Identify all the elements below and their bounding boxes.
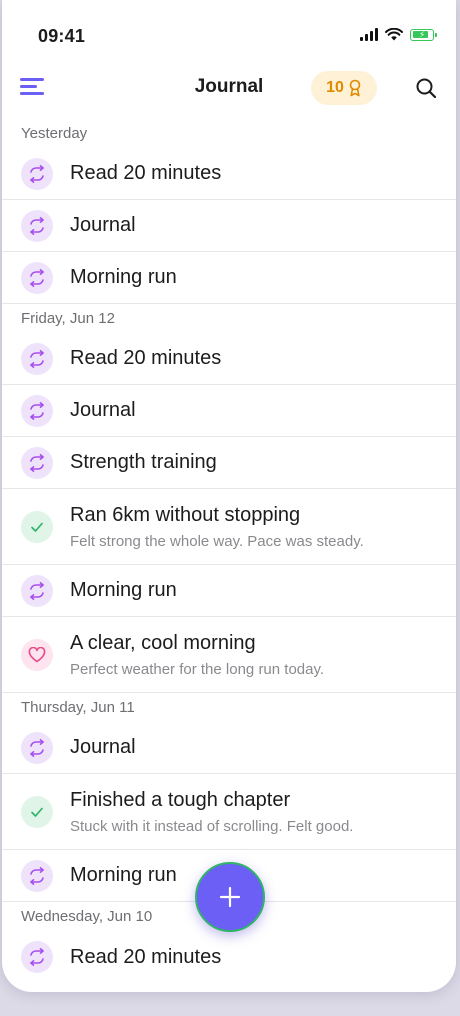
entry-note: Perfect weather for the long run today. <box>70 660 325 678</box>
entry-title: Morning run <box>70 864 177 886</box>
journal-entry-grateful[interactable]: A clear, cool morning Perfect weather for… <box>2 617 456 693</box>
entry-title: Morning run <box>70 266 177 288</box>
journal-entry-habit[interactable]: Journal <box>2 722 456 774</box>
entry-text: Read 20 minutes <box>70 162 221 185</box>
battery-icon: ⚡ <box>410 28 437 41</box>
status-bar: 09:41 ⚡ <box>2 0 456 60</box>
charging-bolt-icon: ⚡ <box>418 29 426 39</box>
entry-text: Morning run <box>70 864 177 887</box>
entry-title: Read 20 minutes <box>70 162 222 184</box>
checkmark-icon <box>21 510 53 543</box>
entry-title: Finished a tough chapter <box>70 788 291 811</box>
entry-title: Journal <box>70 214 136 236</box>
plus-icon <box>219 886 241 908</box>
journal-entry-habit[interactable]: Strength training <box>2 437 456 489</box>
header: Journal 10 <box>2 64 456 112</box>
repeat-icon <box>21 574 53 607</box>
entry-text: Read 20 minutes <box>70 347 221 370</box>
points-badge[interactable]: 10 <box>311 71 377 105</box>
cellular-signal-icon <box>360 28 378 41</box>
wifi-icon <box>385 28 403 41</box>
entry-text: Journal <box>70 736 136 759</box>
entry-note: Felt strong the whole way. Pace was stea… <box>70 532 364 550</box>
repeat-icon <box>21 261 53 294</box>
status-icons: ⚡ <box>360 28 437 41</box>
search-icon[interactable] <box>414 76 438 100</box>
repeat-icon <box>21 446 53 479</box>
journal-entry-habit[interactable]: Journal <box>2 385 456 437</box>
journal-list: Yesterday Read 20 minutes Journal Morning r… <box>2 119 456 983</box>
entry-text: A clear, cool morning Perfect weather for… <box>70 632 324 678</box>
entry-text: Morning run <box>70 266 177 289</box>
entry-note: Stuck with it instead of scrolling. Felt… <box>70 817 354 835</box>
entry-title: Read 20 minutes <box>70 347 222 369</box>
journal-entry-habit[interactable]: Morning run <box>2 565 456 617</box>
entry-text: Journal <box>70 214 136 237</box>
journal-entry-win[interactable]: Ran 6km without stopping Felt strong the … <box>2 489 456 565</box>
hamburger-menu-icon[interactable] <box>20 78 44 98</box>
repeat-icon <box>21 342 53 375</box>
journal-entry-habit[interactable]: Read 20 minutes <box>2 333 456 385</box>
repeat-icon <box>21 859 53 892</box>
repeat-icon <box>21 941 53 973</box>
entry-title: Read 20 minutes <box>70 945 222 968</box>
entry-title: Strength training <box>70 451 217 473</box>
checkmark-icon <box>21 795 53 828</box>
journal-entry-habit[interactable]: Read 20 minutes <box>2 148 456 200</box>
repeat-icon <box>21 157 53 190</box>
section-header: Yesterday <box>21 125 88 142</box>
repeat-icon <box>21 394 53 427</box>
page-title: Journal <box>194 76 264 97</box>
entry-text: Read 20 minutes <box>70 946 221 969</box>
entry-text: Strength training <box>70 451 217 474</box>
section-header: Thursday, Jun 11 <box>21 699 135 716</box>
journal-entry-habit[interactable]: Morning run <box>2 252 456 304</box>
journal-entry-habit[interactable]: Journal <box>2 200 456 252</box>
add-entry-button[interactable] <box>195 862 265 932</box>
entry-title: Journal <box>70 736 136 758</box>
entry-title: A clear, cool morning <box>70 631 256 654</box>
phone-screen: 09:41 ⚡ Journal 10 Yesterday Read 20 min… <box>2 0 456 992</box>
entry-text: Finished a tough chapter Stuck with it in… <box>70 789 353 835</box>
entry-title: Morning run <box>70 579 177 601</box>
entry-text: Morning run <box>70 579 177 602</box>
points-count: 10 <box>326 79 344 96</box>
journal-entry-habit[interactable]: Read 20 minutes <box>2 931 456 983</box>
status-time: 09:41 <box>38 26 86 46</box>
journal-entry-win[interactable]: Finished a tough chapter Stuck with it in… <box>2 774 456 850</box>
entry-title: Journal <box>70 399 136 421</box>
entry-text: Journal <box>70 399 136 422</box>
heart-icon <box>21 638 53 671</box>
section-header: Friday, Jun 12 <box>21 310 115 327</box>
repeat-icon <box>21 731 53 764</box>
repeat-icon <box>21 209 53 242</box>
entry-text: Ran 6km without stopping Felt strong the … <box>70 504 364 550</box>
award-ribbon-icon <box>349 79 361 97</box>
entry-title: Ran 6km without stopping <box>70 503 301 526</box>
